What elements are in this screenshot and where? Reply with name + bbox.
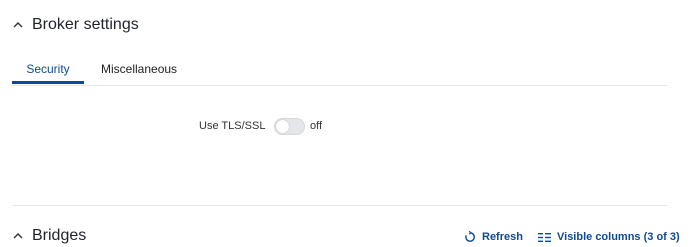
toggle-knob — [276, 120, 289, 133]
broker-settings-header[interactable]: Broker settings — [12, 16, 139, 34]
tab-miscellaneous-label: Miscellaneous — [101, 62, 178, 76]
refresh-button[interactable]: Refresh — [464, 231, 523, 243]
tls-label: Use TLS/SSL — [199, 120, 266, 132]
bridges-title: Bridges — [32, 227, 87, 244]
refresh-label: Refresh — [482, 231, 523, 243]
refresh-icon — [465, 231, 475, 242]
tab-miscellaneous[interactable]: Miscellaneous — [101, 62, 177, 76]
tls-setting-row: Use TLS/SSL off — [0, 118, 690, 136]
broker-settings-tabs: Security Miscellaneous — [12, 58, 668, 86]
visible-columns-button[interactable]: Visible columns (3 of 3) — [538, 231, 680, 243]
broker-settings-title: Broker settings — [32, 16, 139, 33]
tls-toggle[interactable] — [274, 118, 305, 135]
chevron-up-icon — [13, 233, 23, 239]
chevron-up-icon — [13, 22, 23, 28]
tab-security-label: Security — [26, 62, 70, 76]
section-divider — [12, 205, 668, 206]
active-tab-indicator — [12, 81, 84, 84]
bridges-header[interactable]: Bridges — [12, 227, 86, 245]
tls-state-text: off — [310, 120, 323, 132]
tab-security[interactable]: Security — [12, 62, 84, 84]
columns-icon — [538, 232, 551, 242]
visible-columns-label: Visible columns (3 of 3) — [557, 231, 680, 243]
